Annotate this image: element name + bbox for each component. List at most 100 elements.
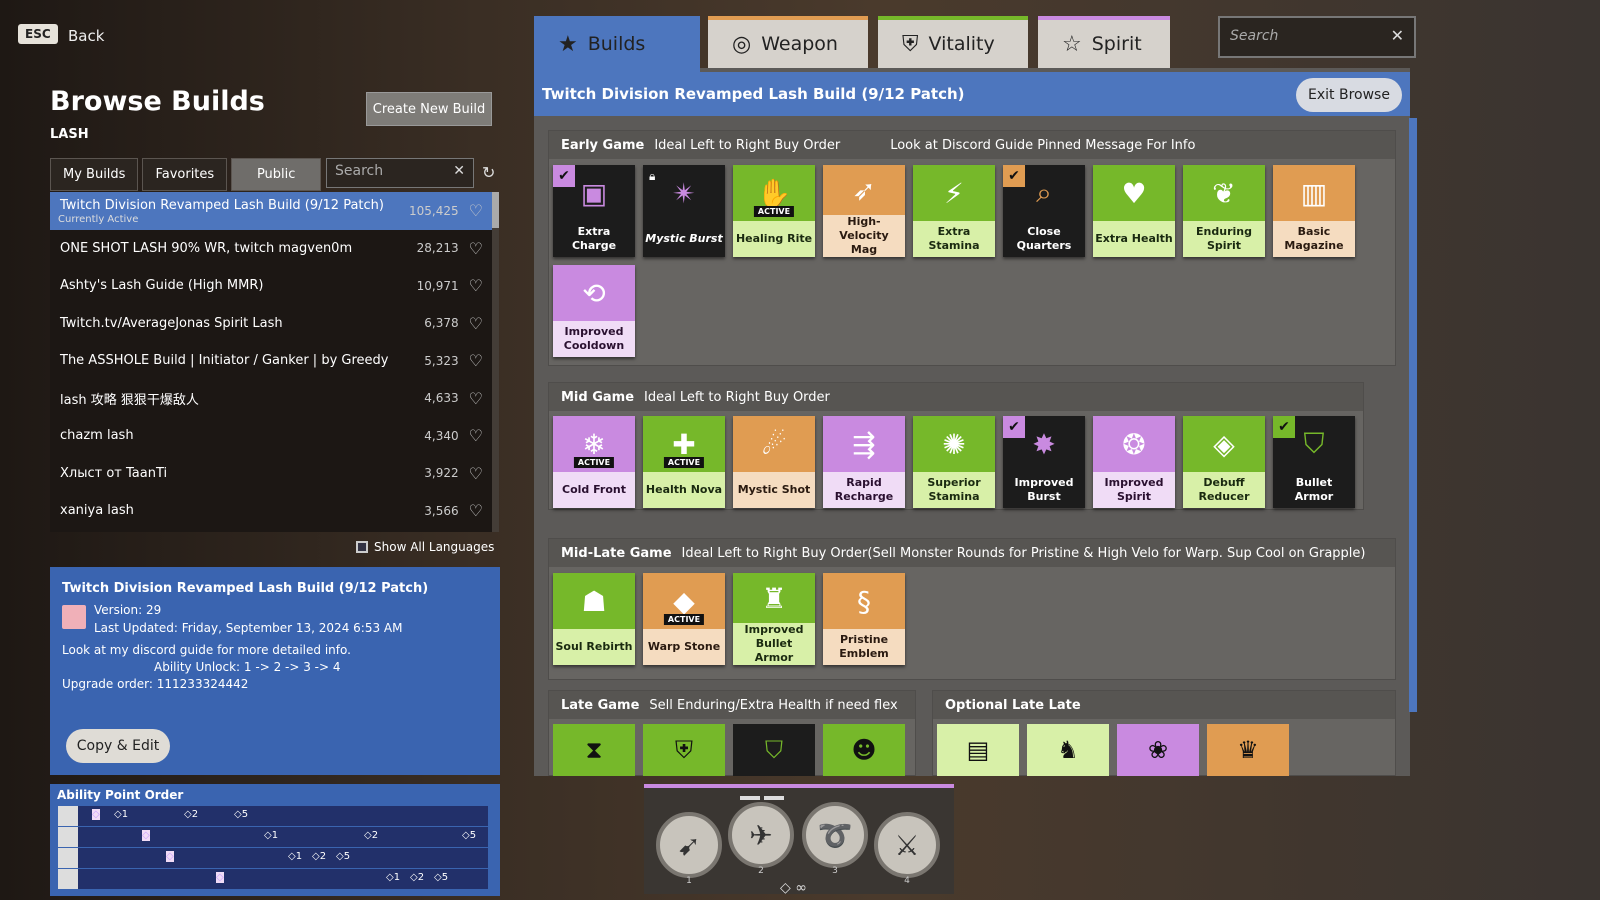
item-card[interactable]: ⚡ Extra Stamina	[913, 165, 995, 257]
tab-weapon[interactable]: ◎ Weapon	[708, 16, 868, 68]
heart-icon[interactable]: ♡	[469, 314, 483, 333]
tab-vitality[interactable]: ⛨ Vitality	[878, 16, 1028, 68]
esc-key-hint[interactable]: ESC	[18, 24, 58, 44]
build-row[interactable]: Ashty's Lash Guide (High MMR) 10,971 ♡	[50, 267, 493, 305]
item-card[interactable]: ✋ ACTIVE Healing Rite	[733, 165, 815, 257]
item-search-input[interactable]: Search ✕	[1218, 16, 1416, 58]
build-row[interactable]: lash 攻略 狠狠干爆敌人 4,633 ♡	[50, 380, 493, 418]
item-name: Improved Bullet Armor	[744, 623, 804, 664]
refresh-icon[interactable]: ↻	[482, 163, 495, 182]
item-card-partial[interactable]: ❀	[1117, 724, 1199, 776]
build-count: 10,971	[416, 278, 459, 293]
build-search-input[interactable]: Search ✕	[326, 158, 474, 188]
author-avatar	[62, 605, 86, 629]
running-icon: ⚡	[913, 165, 995, 221]
build-row[interactable]: The ASSHOLE Build | Initiator / Ganker |…	[50, 342, 493, 380]
clear-icon[interactable]: ✕	[453, 163, 465, 179]
ability-1-icon[interactable]: ➹ 1	[656, 812, 722, 886]
infinity-icon: ◇ ∞	[780, 880, 807, 896]
item-card[interactable]: ☄ Mystic Shot	[733, 416, 815, 508]
ability-bar-pips	[740, 796, 784, 800]
build-row[interactable]: ONE SHOT LASH 90% WR, twitch magven0m 28,…	[50, 230, 493, 268]
item-card[interactable]: ❄ ACTIVE Cold Front	[553, 416, 635, 508]
heart-icon[interactable]: ♡	[469, 201, 483, 220]
item-card[interactable]: ◈ Debuff Reducer	[1183, 416, 1265, 508]
show-all-languages-toggle[interactable]: Show All Languages	[356, 540, 494, 554]
item-card[interactable]: ✺ Superior Stamina	[913, 416, 995, 508]
item-card-partial[interactable]: ▤	[937, 724, 1019, 776]
tab-my-builds[interactable]: My Builds	[50, 158, 139, 191]
section-note: Ideal Left to Right Buy Order	[644, 389, 830, 405]
build-row[interactable]: chazm lash 4,340 ♡	[50, 417, 493, 455]
build-row-selected[interactable]: Twitch Division Revamped Lash Build (9/1…	[50, 192, 493, 230]
item-name: Enduring Spirit	[1196, 225, 1252, 252]
heart-icon[interactable]: ♡	[469, 464, 483, 483]
item-card-partial[interactable]: ⧗	[553, 724, 635, 776]
build-list-scrollbar[interactable]	[492, 192, 499, 532]
tab-favorites[interactable]: Favorites	[142, 158, 228, 191]
build-count: 4,633	[424, 391, 459, 406]
ability-2-icon[interactable]: ✈ 2	[728, 802, 794, 876]
healing-hand-icon: ✋ ACTIVE	[733, 165, 815, 221]
item-card[interactable]: ▥ Basic Magazine	[1273, 165, 1355, 257]
copy-edit-button[interactable]: Copy & Edit	[66, 729, 170, 763]
ability-4-icon[interactable]: ⚔ 4	[874, 812, 940, 886]
build-count: 4,340	[424, 428, 459, 443]
item-card-partial[interactable]: ☻	[823, 724, 905, 776]
item-card[interactable]: ☗ Soul Rebirth	[553, 573, 635, 665]
build-count: 28,213	[416, 241, 459, 256]
item-card[interactable]: ◆ ACTIVE Warp Stone	[643, 573, 725, 665]
item-card-partial[interactable]: ⛉	[733, 724, 815, 776]
item-name: Bullet Armor	[1294, 476, 1334, 503]
item-card[interactable]: ⇶ Rapid Recharge	[823, 416, 905, 508]
check-icon: ✔	[1003, 165, 1025, 187]
build-viewer-scrollbar[interactable]	[1409, 118, 1417, 712]
scrollbar-thumb[interactable]	[492, 192, 499, 228]
item-card[interactable]: ♥ Extra Health	[1093, 165, 1175, 257]
section-header: Mid Game Ideal Left to Right Buy Order	[549, 383, 1363, 411]
tab-builds[interactable]: ★ Builds	[534, 16, 700, 72]
item-card[interactable]: ⌕ ✔ Close Quarters	[1003, 165, 1085, 257]
item-card[interactable]: ✸ ✔ Improved Burst	[1003, 416, 1085, 508]
item-name: Health Nova	[645, 483, 723, 496]
item-card-partial[interactable]: ♞	[1027, 724, 1109, 776]
create-new-build-button[interactable]: Create New Build	[366, 92, 492, 126]
section-header: Early Game Ideal Left to Right Buy Order L…	[549, 131, 1395, 159]
item-card[interactable]: ▣ ✔ Extra Charge	[553, 165, 635, 257]
ability-3-icon[interactable]: ➰ 3	[802, 802, 868, 876]
checkbox[interactable]	[356, 541, 368, 553]
heart-icon[interactable]: ♡	[469, 276, 483, 295]
item-card-partial[interactable]: ♛	[1207, 724, 1289, 776]
heart-icon[interactable]: ♡	[469, 501, 483, 520]
item-name: Mystic Shot	[737, 483, 811, 496]
item-card[interactable]: ❂ Improved Spirit	[1093, 416, 1175, 508]
build-count: 5,323	[424, 353, 459, 368]
ability-number: 2	[758, 866, 764, 876]
build-row[interactable]: Twitch.tv/AverageJonas Spirit Lash 6,378 ♡	[50, 305, 493, 343]
lock-icon: 🔒︎	[649, 169, 656, 183]
heart-icon[interactable]: ♡	[469, 351, 483, 370]
item-card[interactable]: ➶ High-Velocity Mag	[823, 165, 905, 257]
item-card[interactable]: § Pristine Emblem	[823, 573, 905, 665]
item-card[interactable]: ✚ ACTIVE Health Nova	[643, 416, 725, 508]
clear-icon[interactable]: ✕	[1391, 26, 1404, 45]
tab-public[interactable]: Public	[231, 158, 322, 191]
item-card[interactable]: ⛉ ✔ Bullet Armor	[1273, 416, 1355, 508]
tab-spirit[interactable]: ☆ Spirit	[1038, 16, 1170, 68]
item-card[interactable]: ✴ 🔒︎ Mystic Burst	[643, 165, 725, 257]
ability-upgrade-marker: ◇5	[462, 830, 477, 841]
item-card[interactable]: ⟲ Improved Cooldown	[553, 265, 635, 357]
heart-icon[interactable]: ♡	[469, 426, 483, 445]
section-name: Mid Game	[561, 389, 635, 405]
exit-browse-button[interactable]: Exit Browse	[1296, 78, 1402, 112]
item-card[interactable]: ♜ Improved Bullet Armor	[733, 573, 815, 665]
build-row[interactable]: Хлыст от TaanTi 3,922 ♡	[50, 455, 493, 493]
cold-front-icon: ❄ ACTIVE	[553, 416, 635, 472]
build-count: 105,425	[409, 203, 459, 218]
build-row[interactable]: xaniya lash 3,566 ♡	[50, 492, 493, 530]
heart-icon[interactable]: ♡	[469, 389, 483, 408]
item-card-partial[interactable]: ⛨	[643, 724, 725, 776]
item-card[interactable]: ❦ Enduring Spirit	[1183, 165, 1265, 257]
back-button[interactable]: Back	[68, 27, 104, 45]
heart-icon[interactable]: ♡	[469, 239, 483, 258]
